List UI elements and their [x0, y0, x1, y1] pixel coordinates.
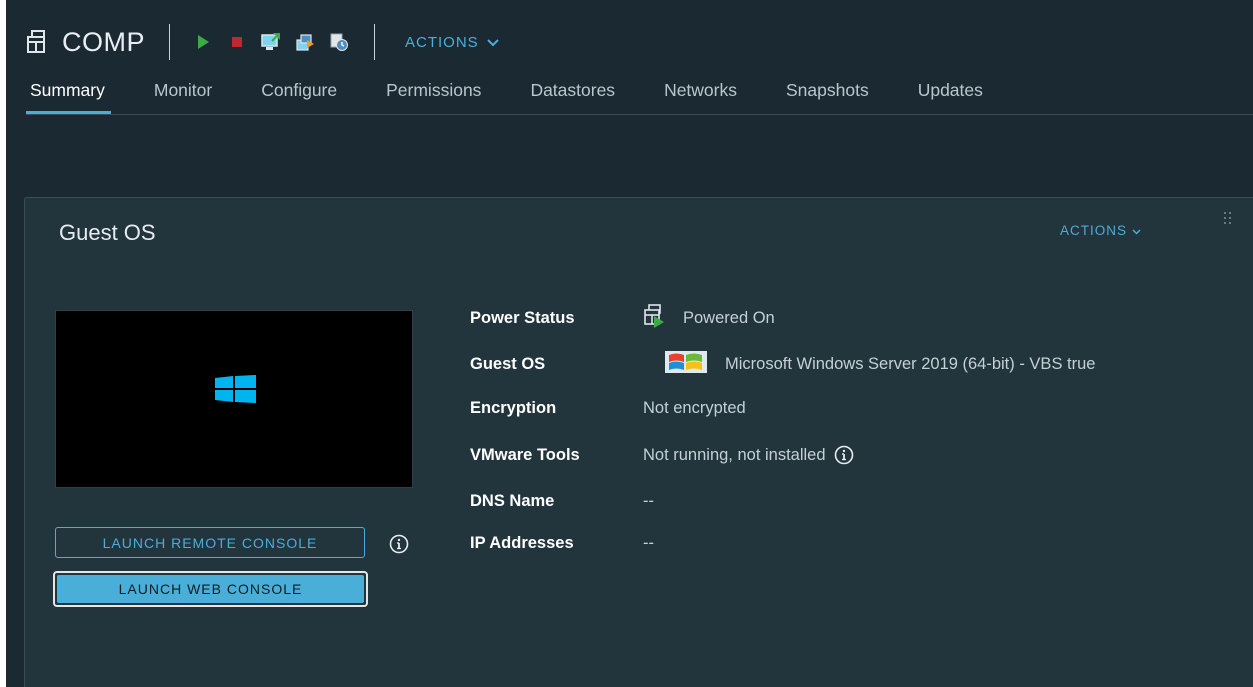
prop-label: Encryption	[470, 398, 557, 417]
vm-icon	[26, 29, 52, 55]
info-icon[interactable]	[389, 534, 409, 554]
power-status-value: Powered On	[683, 308, 775, 327]
launch-console-icon[interactable]	[260, 31, 282, 53]
prop-value: Not running, not installed	[643, 445, 854, 465]
tab-snapshots[interactable]: Snapshots	[782, 70, 873, 114]
launch-web-console-button[interactable]: LAUNCH WEB CONSOLE	[53, 571, 368, 607]
guest-os-card: Guest OS ACTIONS LAUNCH REMOTE CONSOLE L…	[24, 197, 1253, 687]
card-actions-menu[interactable]: ACTIONS	[1060, 223, 1141, 238]
tabs-divider	[26, 114, 1253, 115]
vm-name: COMP	[62, 26, 145, 57]
tab-datastores[interactable]: Datastores	[526, 70, 619, 114]
guest-os-value: Microsoft Windows Server 2019 (64-bit) -…	[725, 354, 1096, 373]
tab-networks[interactable]: Networks	[660, 70, 741, 114]
snapshot-icon[interactable]	[328, 31, 350, 53]
power-on-icon[interactable]	[192, 31, 214, 53]
card-title: Guest OS	[59, 220, 156, 245]
chevron-down-icon	[1132, 223, 1141, 238]
vmware-tools-value: Not running, not installed	[643, 445, 826, 464]
vm-tabs: Summary Monitor Configure Permissions Da…	[26, 70, 1253, 116]
prop-label: DNS Name	[470, 491, 555, 510]
prop-value: Powered On	[643, 303, 775, 333]
tab-permissions[interactable]: Permissions	[382, 70, 485, 114]
launch-remote-console-button[interactable]: LAUNCH REMOTE CONSOLE	[55, 527, 365, 558]
info-icon[interactable]	[834, 445, 854, 465]
header-divider	[169, 24, 170, 60]
prop-label: IP Addresses	[470, 533, 574, 552]
tab-monitor[interactable]: Monitor	[150, 70, 216, 114]
vm-summary-view: COMP ACTIONS Summary Monitor Configure P…	[6, 0, 1253, 687]
drag-handle-icon[interactable]	[1224, 212, 1234, 228]
console-thumbnail[interactable]	[55, 310, 413, 488]
vm-actions-label: ACTIONS	[405, 33, 479, 51]
tab-summary[interactable]: Summary	[26, 70, 111, 114]
vm-title-row: COMP ACTIONS	[26, 22, 499, 62]
header-divider-2	[374, 24, 375, 60]
chevron-down-icon	[486, 34, 499, 51]
vm-actions-menu[interactable]: ACTIONS	[405, 34, 499, 51]
migrate-icon[interactable]	[294, 31, 316, 53]
windows-flag-icon	[665, 350, 707, 378]
prop-label: VMware Tools	[470, 445, 580, 464]
card-actions-label: ACTIONS	[1060, 223, 1128, 238]
vm-powered-on-icon	[643, 303, 665, 333]
prop-label: Guest OS	[470, 354, 546, 373]
tab-configure[interactable]: Configure	[257, 70, 341, 114]
windows-logo-icon	[215, 375, 256, 403]
encryption-value: Not encrypted	[643, 398, 746, 417]
prop-label: Power Status	[470, 308, 575, 327]
prop-value: Microsoft Windows Server 2019 (64-bit) -…	[665, 350, 1096, 378]
launch-web-console-label: LAUNCH WEB CONSOLE	[57, 575, 364, 603]
ip-addresses-value: --	[643, 533, 654, 552]
tab-updates[interactable]: Updates	[914, 70, 987, 114]
power-off-icon[interactable]	[226, 31, 248, 53]
dns-name-value: --	[643, 491, 654, 510]
vm-header: COMP ACTIONS Summary Monitor Configure P…	[6, 0, 1253, 116]
